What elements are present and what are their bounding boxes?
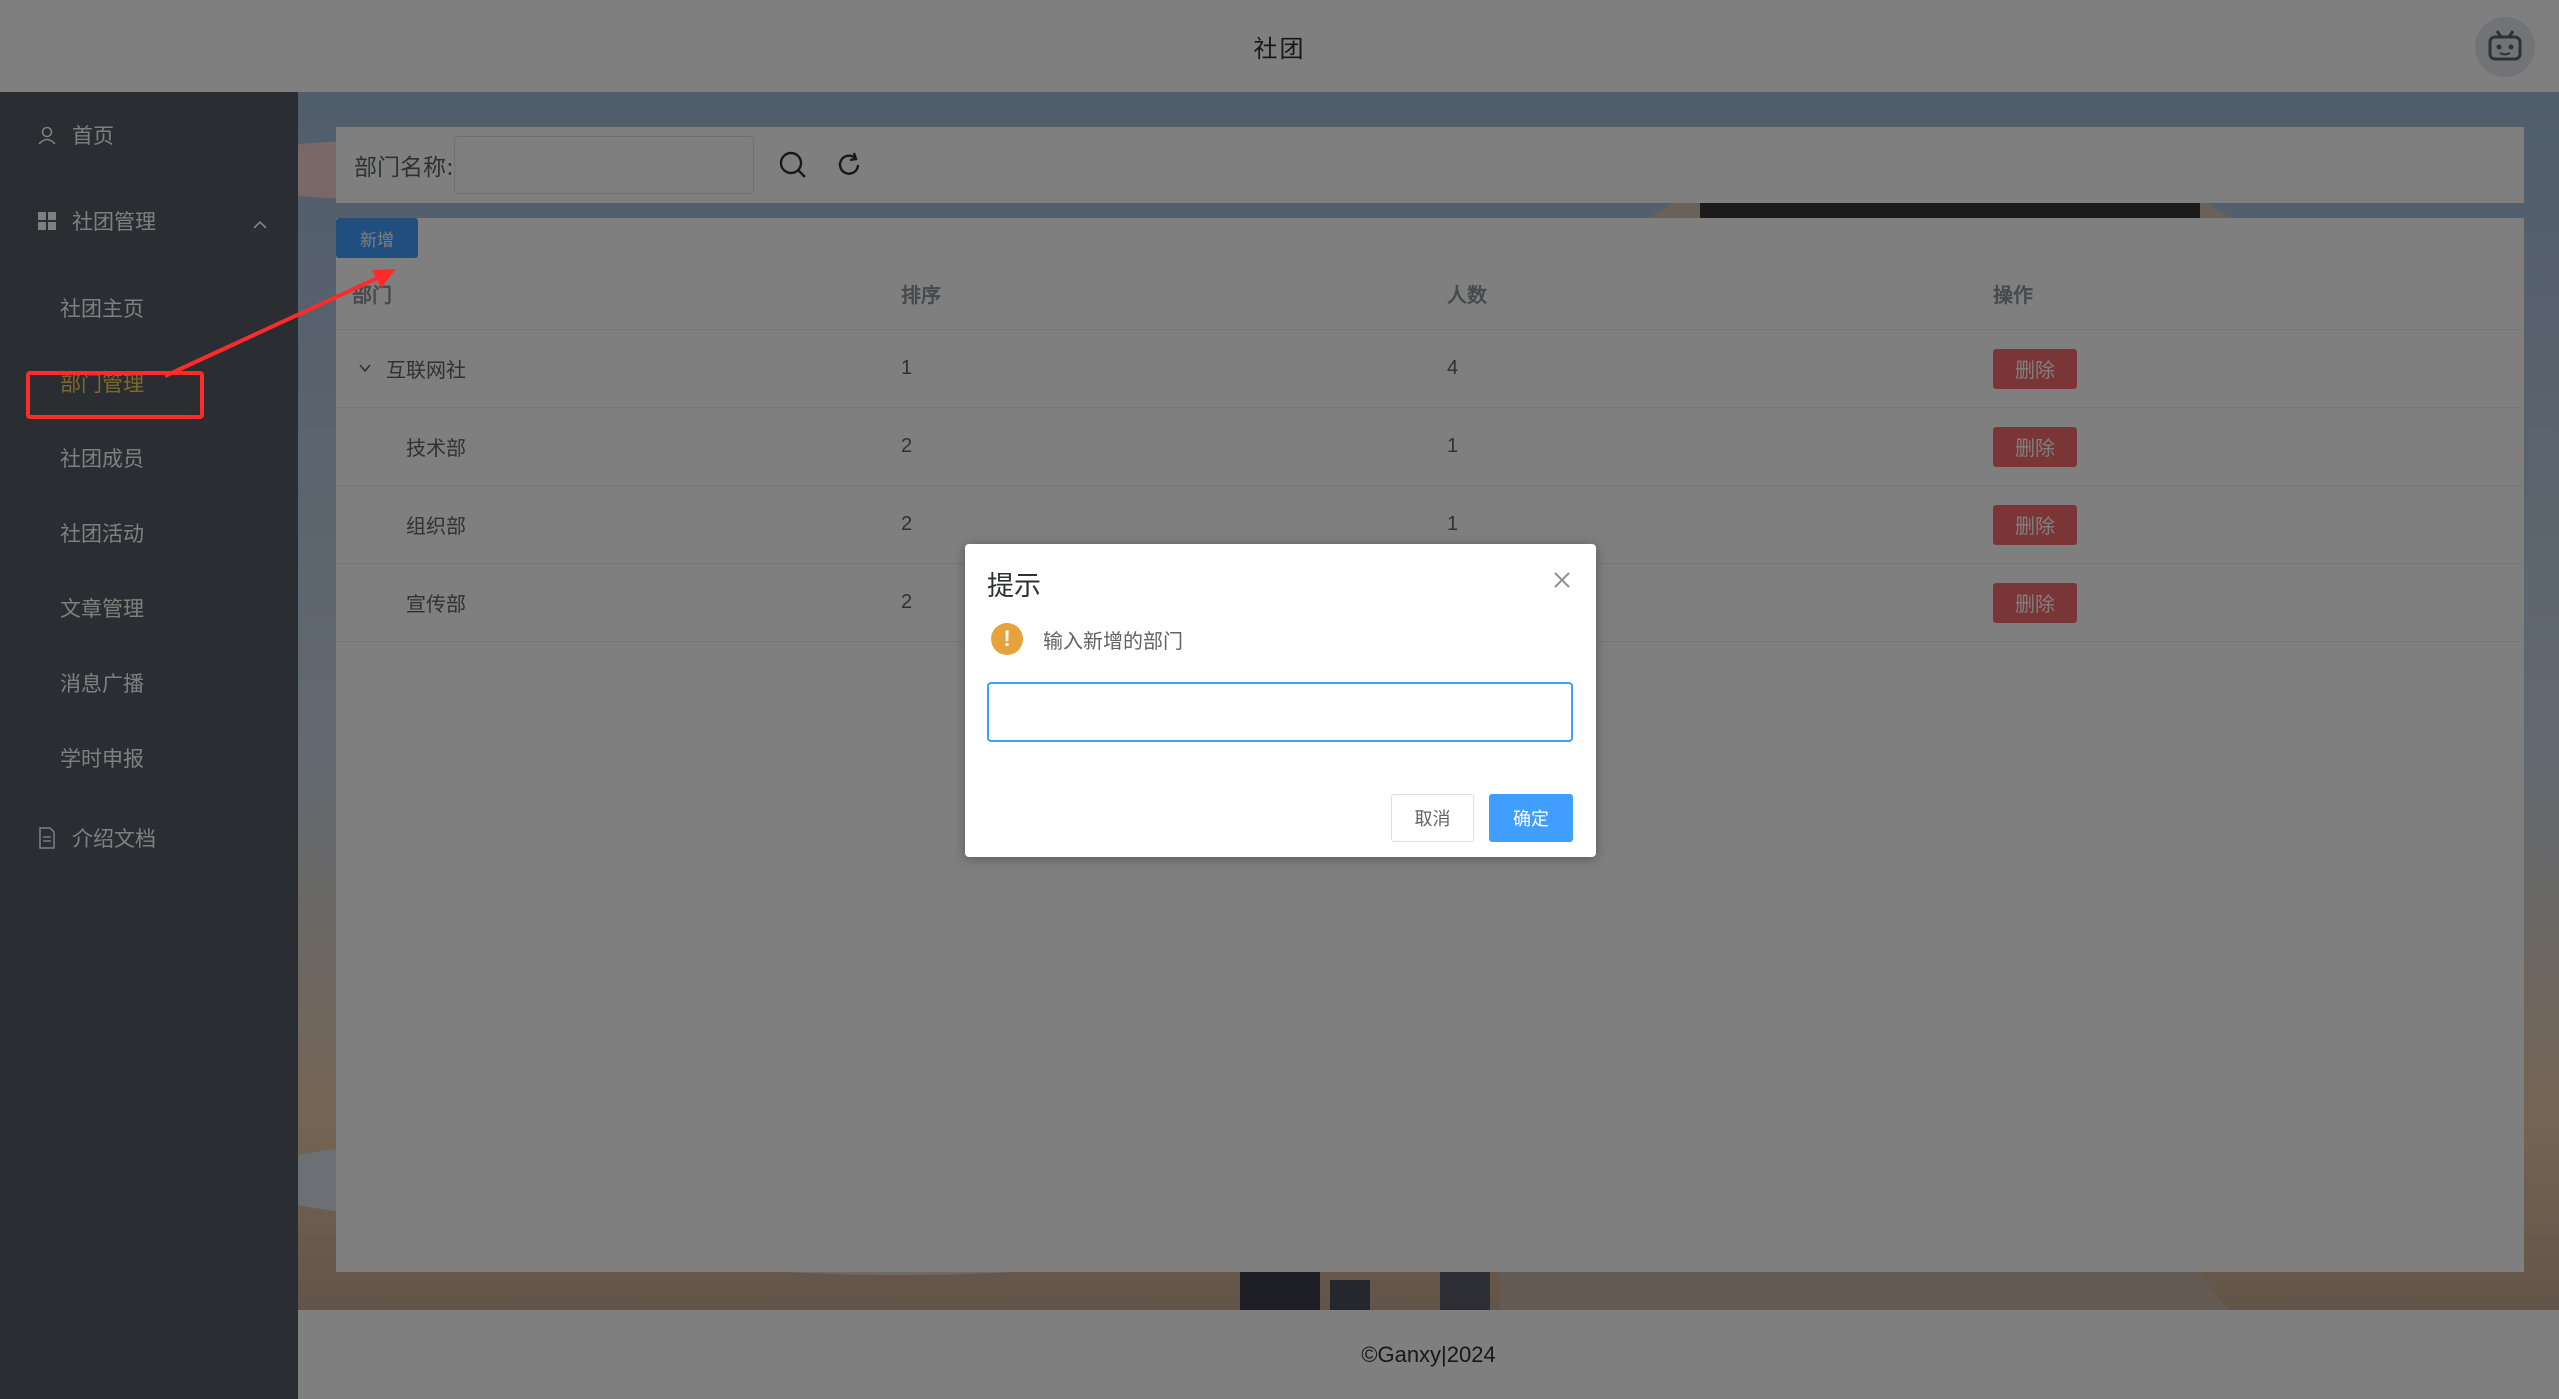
new-department-input[interactable] (987, 682, 1573, 742)
prompt-dialog: 提示 ! 输入新增的部门 取消 确定 (965, 544, 1596, 857)
confirm-button[interactable]: 确定 (1489, 794, 1573, 842)
dialog-message-text: 输入新增的部门 (1043, 628, 1183, 653)
cancel-button[interactable]: 取消 (1391, 794, 1474, 842)
dialog-title: 提示 (987, 571, 1041, 602)
warning-icon: ! (991, 623, 1023, 655)
annotation-highlight-box (26, 371, 204, 419)
close-icon[interactable] (1550, 568, 1574, 592)
dialog-message: ! 输入新增的部门 (991, 623, 1183, 655)
